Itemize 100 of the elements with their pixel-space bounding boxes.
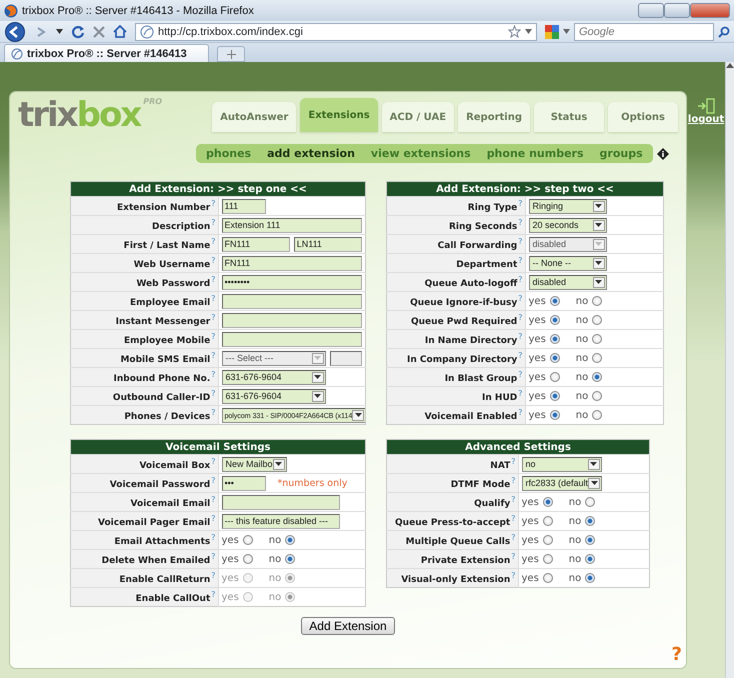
- nav-tab[interactable]: Reporting: [458, 102, 530, 132]
- help-mark[interactable]: ?: [511, 495, 516, 504]
- radio-button[interactable]: [550, 296, 560, 306]
- input-field[interactable]: •••: [222, 476, 266, 490]
- nav-tab[interactable]: Options: [608, 102, 678, 132]
- help-mark[interactable]: ?: [511, 457, 516, 466]
- browser-tab[interactable]: trixbox Pro® :: Server #146413: [4, 44, 209, 62]
- dropdown[interactable]: Ringing: [528, 198, 606, 214]
- dropdown[interactable]: 20 seconds: [528, 218, 606, 232]
- help-mark[interactable]: ?: [211, 590, 216, 599]
- help-mark[interactable]: ?: [511, 533, 516, 542]
- help-mark[interactable]: ?: [211, 294, 216, 303]
- up-arrow-icon[interactable]: [726, 62, 734, 68]
- subnav-link[interactable]: add extension: [267, 147, 355, 160]
- help-mark[interactable]: ?: [518, 313, 522, 322]
- help-mark[interactable]: ?: [518, 199, 522, 208]
- stop-icon[interactable]: [93, 26, 105, 38]
- help-mark[interactable]: ?: [518, 218, 522, 227]
- radio-button[interactable]: [550, 315, 560, 325]
- search-field[interactable]: Google: [574, 22, 714, 40]
- dropdown[interactable]: 631-676-9604: [222, 388, 326, 404]
- nav-tab[interactable]: Status: [534, 102, 604, 132]
- help-mark[interactable]: ?: [211, 389, 216, 398]
- info-icon[interactable]: [656, 148, 669, 160]
- help-link[interactable]: ?: [672, 646, 682, 664]
- input-field[interactable]: 111: [222, 198, 266, 214]
- input-field[interactable]: FN111: [222, 236, 290, 252]
- search-icon[interactable]: [718, 26, 730, 38]
- search-engine-icon[interactable]: [545, 24, 559, 38]
- input-field[interactable]: [222, 494, 340, 510]
- back-icon[interactable]: [4, 22, 26, 42]
- exit-door-icon[interactable]: [697, 98, 715, 114]
- help-mark[interactable]: ?: [511, 571, 516, 580]
- radio-button[interactable]: [285, 554, 296, 564]
- help-mark[interactable]: ?: [211, 351, 216, 360]
- radio-button[interactable]: [585, 535, 596, 545]
- minimize-button[interactable]: [638, 3, 664, 18]
- help-mark[interactable]: ?: [518, 408, 522, 417]
- maximize-button[interactable]: [664, 3, 690, 18]
- radio-button[interactable]: [542, 554, 553, 564]
- help-mark[interactable]: ?: [211, 199, 216, 208]
- nav-tab[interactable]: Extensions: [300, 98, 378, 132]
- subnav-link[interactable]: phone numbers: [486, 147, 584, 160]
- help-mark[interactable]: ?: [518, 294, 522, 303]
- input-field[interactable]: [222, 294, 362, 308]
- radio-button[interactable]: [542, 516, 553, 526]
- dropdown[interactable]: disabled: [528, 274, 606, 290]
- help-mark[interactable]: ?: [511, 514, 516, 523]
- help-mark[interactable]: ?: [511, 476, 516, 485]
- radio-button[interactable]: [542, 573, 553, 583]
- radio-button[interactable]: [242, 535, 253, 545]
- help-mark[interactable]: ?: [211, 476, 216, 485]
- help-mark[interactable]: ?: [211, 218, 216, 227]
- radio-button[interactable]: [550, 334, 560, 344]
- help-mark[interactable]: ?: [211, 332, 216, 341]
- help-mark[interactable]: ?: [211, 275, 216, 284]
- dropdown[interactable]: rfc2833 (default: [522, 476, 602, 490]
- dropdown[interactable]: -- None --: [528, 256, 606, 270]
- input-field[interactable]: Extension 111: [222, 218, 362, 232]
- radio-button[interactable]: [592, 353, 602, 363]
- new-tab-button[interactable]: [217, 46, 245, 62]
- subnav-link[interactable]: view extensions: [370, 147, 471, 160]
- radio-button[interactable]: [592, 334, 602, 344]
- help-mark[interactable]: ?: [511, 552, 516, 561]
- help-mark[interactable]: ?: [518, 370, 522, 379]
- nav-tab[interactable]: AutoAnswer: [212, 102, 296, 132]
- radio-button[interactable]: [592, 391, 602, 401]
- radio-button[interactable]: [592, 296, 602, 306]
- help-mark[interactable]: ?: [518, 389, 522, 398]
- radio-button[interactable]: [592, 372, 602, 382]
- help-mark[interactable]: ?: [211, 457, 216, 466]
- help-mark[interactable]: ?: [211, 533, 216, 542]
- help-mark[interactable]: ?: [518, 237, 522, 246]
- help-mark[interactable]: ?: [211, 552, 216, 561]
- radio-button[interactable]: [550, 391, 560, 401]
- help-mark[interactable]: ?: [211, 495, 216, 504]
- caret-icon[interactable]: [563, 29, 570, 34]
- input-field[interactable]: [222, 332, 362, 346]
- logout-link[interactable]: logout: [688, 114, 724, 125]
- dropdown[interactable]: no: [522, 456, 602, 472]
- help-mark[interactable]: ?: [518, 332, 522, 341]
- dropdown[interactable]: 631-676-9604: [222, 370, 326, 384]
- home-icon[interactable]: [113, 25, 127, 38]
- radio-button[interactable]: [542, 497, 553, 507]
- subnav-link[interactable]: groups: [600, 147, 643, 160]
- radio-button[interactable]: [242, 554, 253, 564]
- radio-button[interactable]: [285, 535, 296, 545]
- reload-icon[interactable]: [71, 24, 85, 38]
- radio-button[interactable]: [550, 372, 560, 382]
- help-mark[interactable]: ?: [518, 256, 522, 265]
- help-mark[interactable]: ?: [211, 571, 216, 580]
- radio-button[interactable]: [585, 573, 596, 583]
- input-field[interactable]: [222, 312, 362, 328]
- radio-button[interactable]: [592, 315, 602, 325]
- nav-tab[interactable]: ACD / UAE: [382, 102, 454, 132]
- subnav-link[interactable]: phones: [206, 147, 252, 160]
- radio-button[interactable]: [592, 410, 602, 420]
- caret-icon[interactable]: [56, 29, 63, 34]
- input-field[interactable]: ••••••••: [222, 274, 362, 290]
- radio-button[interactable]: [542, 535, 553, 545]
